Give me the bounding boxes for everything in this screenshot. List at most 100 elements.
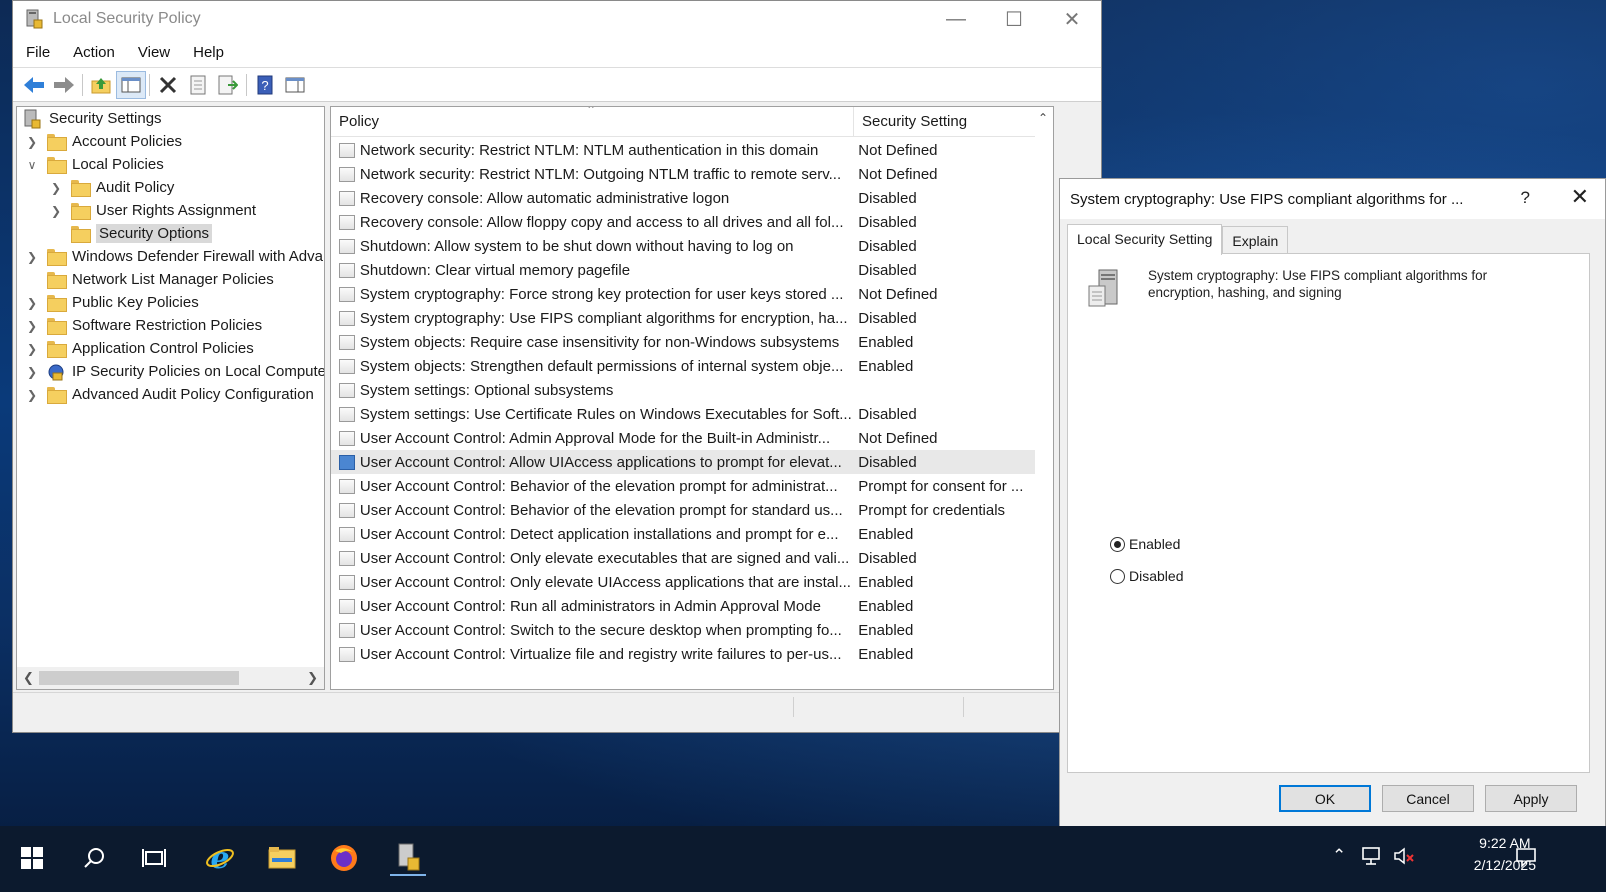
tree-item-user-rights-assignment[interactable]: ❯ User Rights Assignment xyxy=(49,199,256,222)
back-button[interactable] xyxy=(19,71,49,99)
maximize-button[interactable]: ☐ xyxy=(985,1,1043,37)
chevron-right-icon[interactable]: ❯ xyxy=(25,250,39,264)
internet-explorer-button[interactable]: e xyxy=(202,840,238,876)
local-security-policy-taskbar-button[interactable] xyxy=(390,840,426,876)
tree-item-software-restriction[interactable]: ❯ Software Restriction Policies xyxy=(25,314,262,337)
table-row[interactable]: Recovery console: Allow floppy copy and … xyxy=(331,210,1037,234)
tree-item-application-control[interactable]: ❯ Application Control Policies xyxy=(25,337,254,360)
chevron-right-icon[interactable]: ❯ xyxy=(49,204,63,218)
tree-item-local-policies[interactable]: ∨ Local Policies xyxy=(25,153,164,176)
tree-item-network-list-manager[interactable]: Network List Manager Policies xyxy=(25,268,274,291)
table-row[interactable]: System cryptography: Use FIPS compliant … xyxy=(331,306,1037,330)
table-row[interactable]: System objects: Require case insensitivi… xyxy=(331,330,1037,354)
tree-item-security-options[interactable]: Security Options xyxy=(49,222,212,245)
table-row[interactable]: User Account Control: Virtualize file an… xyxy=(331,642,1037,666)
table-row[interactable]: Shutdown: Allow system to be shut down w… xyxy=(331,234,1037,258)
chevron-right-icon[interactable]: ❯ xyxy=(25,342,39,356)
menu-action[interactable]: Action xyxy=(60,44,125,61)
show-hide-tree-button[interactable] xyxy=(116,71,146,99)
firefox-button[interactable] xyxy=(326,840,362,876)
table-row[interactable]: System cryptography: Force strong key pr… xyxy=(331,282,1037,306)
task-view-button[interactable] xyxy=(136,840,172,876)
dialog-close-button[interactable]: ✕ xyxy=(1571,184,1589,210)
menu-help[interactable]: Help xyxy=(180,44,234,61)
apply-button[interactable]: Apply xyxy=(1485,785,1577,812)
tree-item-ip-security-policies[interactable]: ❯ IP Security Policies on Local Compute xyxy=(25,360,325,383)
table-row[interactable]: System settings: Use Certificate Rules o… xyxy=(331,402,1037,426)
menu-file[interactable]: File xyxy=(13,44,60,61)
table-row[interactable]: System settings: Optional subsystems xyxy=(331,378,1037,402)
policy-setting: Not Defined xyxy=(858,286,1037,303)
table-row[interactable]: User Account Control: Only elevate UIAcc… xyxy=(331,570,1037,594)
table-row[interactable]: User Account Control: Behavior of the el… xyxy=(331,498,1037,522)
tab-local-security-setting[interactable]: Local Security Setting xyxy=(1067,224,1222,255)
radio-button-checked[interactable] xyxy=(1110,537,1125,552)
chevron-right-icon[interactable]: ❯ xyxy=(25,388,39,402)
table-row-selected[interactable]: User Account Control: Allow UIAccess app… xyxy=(331,450,1037,474)
policy-name: User Account Control: Run all administra… xyxy=(360,598,858,615)
table-row[interactable]: User Account Control: Switch to the secu… xyxy=(331,618,1037,642)
volume-muted-icon[interactable] xyxy=(1393,846,1415,866)
search-button[interactable] xyxy=(76,840,112,876)
cancel-button[interactable]: Cancel xyxy=(1382,785,1474,812)
table-row[interactable]: Recovery console: Allow automatic admini… xyxy=(331,186,1037,210)
enabled-radio-option[interactable]: Enabled xyxy=(1110,536,1180,552)
table-row[interactable]: Network security: Restrict NTLM: NTLM au… xyxy=(331,138,1037,162)
tree-item-account-policies[interactable]: ❯ Account Policies xyxy=(25,130,182,153)
folder-lock-icon xyxy=(71,203,89,218)
delete-button[interactable] xyxy=(153,71,183,99)
chevron-right-icon[interactable]: ❯ xyxy=(25,319,39,333)
tree-item-audit-policy[interactable]: ❯ Audit Policy xyxy=(49,176,174,199)
ok-button[interactable]: OK xyxy=(1279,785,1371,812)
table-row[interactable]: Network security: Restrict NTLM: Outgoin… xyxy=(331,162,1037,186)
properties-button[interactable] xyxy=(183,71,213,99)
scroll-right-icon[interactable]: ❯ xyxy=(307,670,318,686)
tree-item-advanced-audit-policy[interactable]: ❯ Advanced Audit Policy Configuration xyxy=(25,383,314,406)
policy-name: User Account Control: Allow UIAccess app… xyxy=(360,454,858,471)
table-row[interactable]: Shutdown: Clear virtual memory pagefileD… xyxy=(331,258,1037,282)
radio-button[interactable] xyxy=(1110,569,1125,584)
forward-button[interactable] xyxy=(49,71,79,99)
disabled-radio-option[interactable]: Disabled xyxy=(1110,568,1183,584)
column-header-policy[interactable]: ⌃ Policy xyxy=(331,107,854,136)
tree-horizontal-scrollbar[interactable]: ❮ ❯ xyxy=(17,667,324,689)
tree-item-windows-defender-firewall[interactable]: ❯ Windows Defender Firewall with Adva xyxy=(25,245,323,268)
list-vertical-scrollbar[interactable]: ⌃ xyxy=(1035,107,1053,689)
policy-setting: Disabled xyxy=(858,238,1037,255)
scroll-up-icon[interactable]: ⌃ xyxy=(1038,111,1048,125)
chevron-right-icon[interactable]: ❯ xyxy=(49,181,63,195)
table-row[interactable]: User Account Control: Run all administra… xyxy=(331,594,1037,618)
dialog-titlebar[interactable]: System cryptography: Use FIPS compliant … xyxy=(1060,179,1605,219)
window-titlebar[interactable]: Local Security Policy — ☐ ✕ xyxy=(13,1,1101,37)
table-row[interactable]: System objects: Strengthen default permi… xyxy=(331,354,1037,378)
table-row[interactable]: User Account Control: Admin Approval Mod… xyxy=(331,426,1037,450)
start-button[interactable] xyxy=(14,840,50,876)
column-header-security-setting[interactable]: Security Setting xyxy=(854,107,1044,136)
table-row[interactable]: User Account Control: Detect application… xyxy=(331,522,1037,546)
chevron-down-icon[interactable]: ∨ xyxy=(25,158,39,172)
tab-explain[interactable]: Explain xyxy=(1222,226,1288,254)
scroll-left-icon[interactable]: ❮ xyxy=(23,670,34,686)
chevron-right-icon[interactable]: ❯ xyxy=(25,365,39,379)
action-center-icon[interactable] xyxy=(1515,846,1537,868)
minimize-button[interactable]: — xyxy=(927,1,985,37)
task-view-icon xyxy=(142,847,166,869)
file-explorer-button[interactable] xyxy=(264,840,300,876)
help-button[interactable]: ? xyxy=(250,71,280,99)
tree-item-security-settings[interactable]: Security Settings xyxy=(23,107,162,130)
show-hidden-icons-button[interactable]: ⌃ xyxy=(1332,846,1346,866)
chevron-right-icon[interactable]: ❯ xyxy=(25,135,39,149)
table-row[interactable]: User Account Control: Only elevate execu… xyxy=(331,546,1037,570)
scrollbar-thumb[interactable] xyxy=(39,671,239,685)
close-button[interactable]: ✕ xyxy=(1043,1,1101,37)
table-row[interactable]: User Account Control: Behavior of the el… xyxy=(331,474,1037,498)
show-action-pane-button[interactable] xyxy=(280,71,310,99)
menu-view[interactable]: View xyxy=(125,44,180,61)
up-one-level-button[interactable] xyxy=(86,71,116,99)
chevron-right-icon[interactable]: ❯ xyxy=(25,296,39,310)
policy-setting: Enabled xyxy=(858,358,1037,375)
tree-item-public-key-policies[interactable]: ❯ Public Key Policies xyxy=(25,291,199,314)
dialog-help-button[interactable]: ? xyxy=(1521,188,1530,208)
export-list-button[interactable] xyxy=(213,71,243,99)
network-icon[interactable] xyxy=(1362,846,1384,866)
